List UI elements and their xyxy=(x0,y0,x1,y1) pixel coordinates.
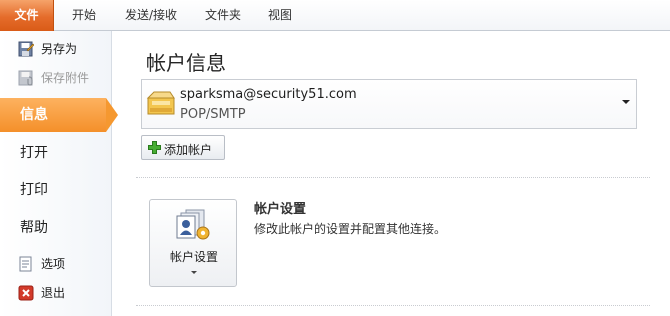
tab-send-receive[interactable]: 发送/接收 xyxy=(115,0,187,31)
account-settings-button[interactable]: 帐户设置 xyxy=(149,199,237,287)
plus-icon xyxy=(148,141,161,154)
tab-view[interactable]: 视图 xyxy=(258,0,302,31)
section-divider xyxy=(136,177,650,178)
options-command[interactable]: 选项 xyxy=(0,252,112,276)
mailbox-icon xyxy=(146,88,176,118)
exit-icon xyxy=(18,285,34,301)
nav-tab-info[interactable]: 信息 xyxy=(0,98,118,132)
account-settings-button-label: 帐户设置 xyxy=(169,250,218,264)
options-label: 选项 xyxy=(41,257,66,271)
section-divider-bottom xyxy=(136,305,650,306)
account-protocol: POP/SMTP xyxy=(180,107,246,122)
exit-command[interactable]: 退出 xyxy=(0,281,112,305)
account-settings-icon xyxy=(176,208,212,242)
chevron-down-icon xyxy=(191,271,197,274)
save-attachments-icon xyxy=(18,70,34,86)
account-settings-description: 修改此帐户的设置并配置其他连接。 xyxy=(254,222,447,236)
tab-home[interactable]: 开始 xyxy=(62,0,106,31)
nav-tab-open[interactable]: 打开 xyxy=(0,136,112,170)
dropdown-arrow-icon xyxy=(622,100,630,104)
save-as-label: 另存为 xyxy=(41,42,78,56)
add-account-label: 添加帐户 xyxy=(164,143,213,157)
save-attachments-label: 保存附件 xyxy=(41,71,90,85)
account-settings-title: 帐户设置 xyxy=(254,202,307,217)
add-account-button[interactable]: 添加帐户 xyxy=(141,135,225,160)
ribbon-tab-bar: 文件 开始 发送/接收 文件夹 视图 xyxy=(0,0,670,31)
tab-folder[interactable]: 文件夹 xyxy=(198,0,248,31)
account-email: sparksma@security51.com xyxy=(180,87,357,102)
save-attachments-command[interactable]: 保存附件 xyxy=(0,66,112,90)
tab-file[interactable]: 文件 xyxy=(0,0,54,31)
page-title: 帐户信息 xyxy=(146,51,226,75)
backstage-nav: 另存为 保存附件 信息 打开 打印 帮助 选项 退出 xyxy=(0,31,118,316)
nav-tab-help[interactable]: 帮助 xyxy=(0,211,112,245)
save-as-command[interactable]: 另存为 xyxy=(0,37,112,61)
options-icon xyxy=(18,256,34,272)
account-selector[interactable]: sparksma@security51.com POP/SMTP xyxy=(141,79,637,129)
exit-label: 退出 xyxy=(41,286,66,300)
nav-tab-print[interactable]: 打印 xyxy=(0,173,112,207)
account-info-pane: 帐户信息 sparksma@security51.com POP/SMTP 添加… xyxy=(113,31,670,316)
save-as-icon xyxy=(18,41,35,57)
